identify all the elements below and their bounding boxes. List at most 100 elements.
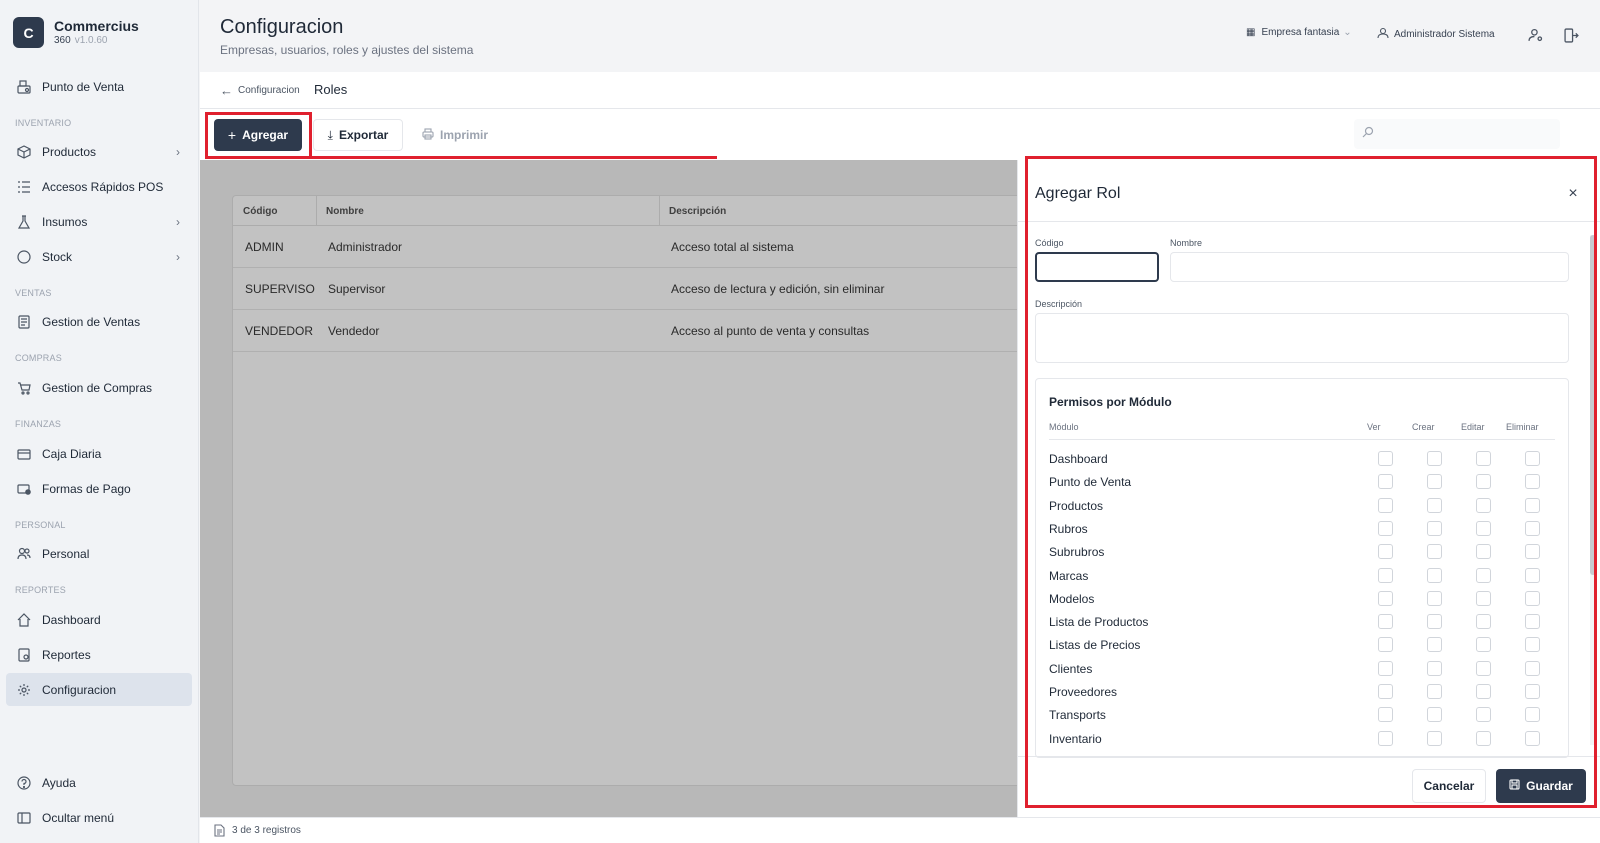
close-icon[interactable]: × — [1564, 185, 1582, 203]
name-field[interactable] — [1170, 252, 1569, 282]
search-field[interactable] — [1354, 119, 1560, 149]
sidebar-item-gestion-compras[interactable]: Gestion de Compras — [6, 371, 192, 404]
column-header-description[interactable]: Descripción — [669, 206, 726, 217]
permission-checkbox-eliminar[interactable] — [1525, 567, 1540, 583]
permission-checkbox-crear[interactable] — [1427, 520, 1442, 536]
permission-checkbox-crear[interactable] — [1427, 590, 1442, 606]
permission-checkbox-ver[interactable] — [1378, 590, 1393, 606]
permission-checkbox-eliminar[interactable] — [1525, 451, 1540, 466]
permission-checkbox-editar[interactable] — [1476, 637, 1491, 653]
permission-checkbox-editar[interactable] — [1476, 474, 1491, 490]
permission-module-name: Listas de Precios — [1049, 638, 1141, 653]
permission-checkbox-ver[interactable] — [1378, 497, 1393, 513]
code-field[interactable] — [1035, 252, 1159, 282]
permission-checkbox-editar[interactable] — [1476, 660, 1491, 676]
sidebar-item-ayuda[interactable]: Ayuda — [6, 766, 192, 799]
permission-checkbox-ver[interactable] — [1378, 730, 1393, 746]
permission-checkbox-crear[interactable] — [1427, 684, 1442, 699]
permission-checkbox-crear[interactable] — [1427, 474, 1442, 490]
permission-module-name: Lista de Productos — [1049, 615, 1149, 630]
permission-checkbox-eliminar[interactable] — [1525, 637, 1540, 653]
user-menu[interactable]: Administrador Sistema — [1377, 27, 1495, 42]
permission-checkbox-crear[interactable] — [1427, 567, 1442, 583]
brand[interactable]: C Commercius 360 v1.0.60 — [13, 17, 139, 48]
permission-module-name: Rubros — [1049, 521, 1088, 536]
sidebar-item-ocultar-menu[interactable]: Ocultar menú — [6, 801, 192, 834]
permission-checkbox-eliminar[interactable] — [1525, 590, 1540, 606]
permission-checkbox-crear[interactable] — [1427, 707, 1442, 723]
permission-checkbox-crear[interactable] — [1427, 497, 1442, 513]
page-header: Configuracion Empresas, usuarios, roles … — [200, 0, 1600, 72]
permission-row: Subrubros — [1049, 540, 1555, 563]
permission-checkbox-ver[interactable] — [1378, 520, 1393, 536]
permission-checkbox-ver[interactable] — [1378, 684, 1393, 699]
permission-checkbox-editar[interactable] — [1476, 451, 1491, 466]
permission-checkbox-editar[interactable] — [1476, 707, 1491, 723]
cancel-button[interactable]: Cancelar — [1412, 769, 1486, 803]
permission-checkbox-eliminar[interactable] — [1525, 660, 1540, 676]
permission-checkbox-crear[interactable] — [1427, 637, 1442, 653]
sidebar-item-label: Gestion de Ventas — [42, 314, 141, 329]
permission-checkbox-eliminar[interactable] — [1525, 520, 1540, 536]
permission-checkbox-crear[interactable] — [1427, 544, 1442, 560]
permission-row: Clientes — [1049, 657, 1555, 680]
sidebar-item-personal[interactable]: Personal — [6, 537, 192, 570]
print-button[interactable]: Imprimir — [415, 119, 495, 151]
sidebar-item-gestion-ventas[interactable]: Gestion de Ventas — [6, 305, 192, 338]
permission-checkbox-eliminar[interactable] — [1525, 544, 1540, 560]
permission-checkbox-editar[interactable] — [1476, 497, 1491, 513]
permission-checkbox-crear[interactable] — [1427, 660, 1442, 676]
permission-checkbox-ver[interactable] — [1378, 660, 1393, 676]
permission-checkbox-ver[interactable] — [1378, 637, 1393, 653]
company-selector[interactable]: ▦ Empresa fantasia ⌄ — [1246, 27, 1352, 38]
permission-checkbox-ver[interactable] — [1378, 707, 1393, 723]
drawer-scrollbar[interactable] — [1590, 235, 1596, 745]
sidebar-item-punto-de-venta[interactable]: Punto de Venta — [6, 70, 192, 103]
sidebar-item-formas-pago[interactable]: Formas de Pago — [6, 472, 192, 505]
permission-checkbox-editar[interactable] — [1476, 614, 1491, 630]
permission-checkbox-ver[interactable] — [1378, 567, 1393, 583]
permission-checkbox-eliminar[interactable] — [1525, 614, 1540, 630]
breadcrumb-current: Roles — [314, 82, 348, 97]
scrollbar-thumb[interactable] — [1590, 235, 1596, 575]
sidebar-item-dashboard[interactable]: Dashboard — [6, 603, 192, 636]
permission-checkbox-ver[interactable] — [1378, 544, 1393, 560]
export-button[interactable]: ⤓ Exportar — [313, 119, 403, 151]
permission-checkbox-editar[interactable] — [1476, 544, 1491, 560]
permission-checkbox-editar[interactable] — [1476, 520, 1491, 536]
permission-checkbox-ver[interactable] — [1378, 451, 1393, 466]
sidebar-item-productos[interactable]: Productos › — [6, 135, 192, 168]
sidebar-item-stock[interactable]: Stock › — [6, 240, 192, 273]
permission-checkbox-editar[interactable] — [1476, 590, 1491, 606]
search-input[interactable] — [1382, 119, 1552, 149]
sidebar-item-label: Configuracion — [42, 682, 117, 697]
section-finanzas: FINANZAS — [15, 419, 62, 429]
save-button[interactable]: Guardar — [1496, 769, 1586, 803]
sidebar-item-accesos[interactable]: Accesos Rápidos POS — [6, 170, 192, 203]
permission-checkbox-eliminar[interactable] — [1525, 684, 1540, 699]
sidebar-item-configuracion[interactable]: Configuracion — [6, 673, 192, 706]
permission-checkbox-ver[interactable] — [1378, 474, 1393, 490]
column-header-name[interactable]: Nombre — [326, 206, 364, 217]
permission-checkbox-eliminar[interactable] — [1525, 707, 1540, 723]
sidebar-item-reportes[interactable]: Reportes — [6, 638, 192, 671]
permission-checkbox-editar[interactable] — [1476, 684, 1491, 699]
add-button[interactable]: + Agregar — [214, 119, 302, 151]
permission-checkbox-crear[interactable] — [1427, 451, 1442, 466]
permission-checkbox-eliminar[interactable] — [1525, 474, 1540, 490]
sidebar-item-insumos[interactable]: Insumos › — [6, 205, 192, 238]
profile-settings-icon[interactable] — [1526, 26, 1544, 44]
perm-header-crear: Crear — [1412, 422, 1435, 432]
description-field[interactable] — [1035, 313, 1569, 363]
breadcrumb-back[interactable]: ← Configuracion — [220, 83, 300, 98]
permission-checkbox-editar[interactable] — [1476, 567, 1491, 583]
sidebar-item-caja-diaria[interactable]: Caja Diaria — [6, 437, 192, 470]
permission-checkbox-crear[interactable] — [1427, 614, 1442, 630]
permission-checkbox-crear[interactable] — [1427, 730, 1442, 746]
logout-icon[interactable] — [1562, 26, 1580, 44]
permission-checkbox-eliminar[interactable] — [1525, 497, 1540, 513]
column-header-code[interactable]: Código — [243, 206, 277, 217]
permission-checkbox-ver[interactable] — [1378, 614, 1393, 630]
permission-checkbox-editar[interactable] — [1476, 730, 1491, 746]
permission-checkbox-eliminar[interactable] — [1525, 730, 1540, 746]
